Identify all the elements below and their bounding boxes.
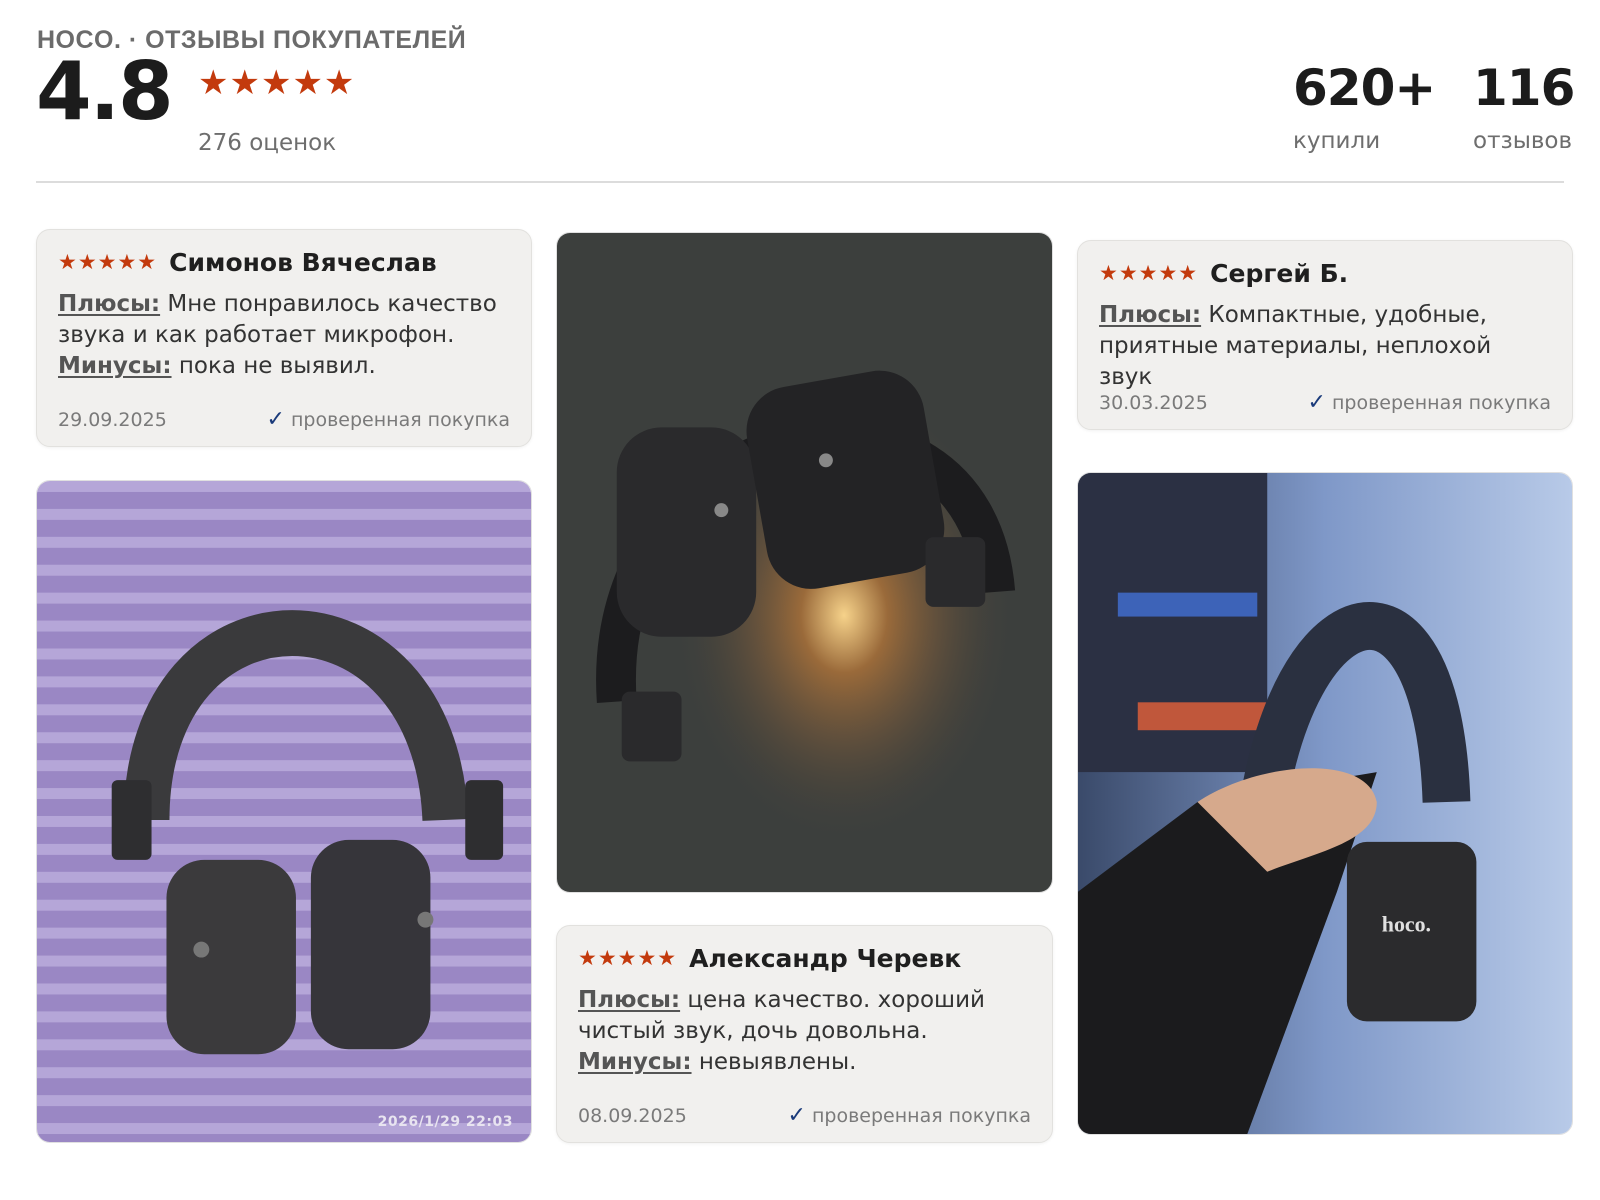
average-rating: 4.8 — [36, 45, 174, 138]
headphones-photo-image — [557, 233, 1052, 892]
review-text: Плюсы: Компактные, удобные, приятные мат… — [1099, 300, 1551, 393]
verified-label: проверенная покупка — [811, 1104, 1031, 1127]
verified-label: проверенная покупка — [1331, 391, 1551, 414]
review-card-sergey[interactable]: ★★★★★ Сергей Б. Плюсы: Компактные, удобн… — [1077, 240, 1573, 430]
stat-bought: 620+ купили — [1293, 59, 1436, 154]
star-icon: ★★★★★ — [198, 63, 356, 103]
header-divider — [36, 181, 1564, 183]
pros-label: Плюсы: — [58, 291, 161, 317]
cons-text: невыявлены. — [698, 1049, 857, 1075]
stat-bought-label: купили — [1293, 127, 1381, 154]
pros-label: Плюсы: — [578, 987, 681, 1013]
review-card-simonov[interactable]: ★★★★★ Симонов Вячеслав Плюсы: Мне понрав… — [36, 229, 532, 447]
checkmark-icon: ✓ — [266, 407, 285, 432]
verified-badge: ✓ проверенная покупка — [788, 1103, 1031, 1128]
review-author: Сергей Б. — [1210, 259, 1349, 288]
verified-badge: ✓ проверенная покупка — [1308, 390, 1551, 415]
star-icon: ★★★★★ — [1099, 261, 1199, 285]
star-icon: ★★★★★ — [58, 250, 158, 274]
review-photo-hand[interactable]: hoco. — [1077, 472, 1573, 1135]
review-author: Александр Черевк — [689, 944, 962, 973]
review-photo-mousepad[interactable] — [556, 232, 1053, 893]
headphones-photo-image: hoco. — [1078, 473, 1572, 1134]
stat-reviews-value: 116 — [1473, 59, 1575, 117]
headphones-photo-image — [37, 481, 531, 1142]
stat-reviews-label: отзывов — [1473, 127, 1573, 154]
review-date: 29.09.2025 — [58, 408, 167, 431]
verified-badge: ✓ проверенная покупка — [267, 407, 510, 432]
rating-stars: ★★★★★ — [198, 66, 355, 100]
review-text: Плюсы: Мне понравилось качество звука и … — [58, 289, 510, 382]
cons-label: Минусы: — [58, 353, 172, 379]
review-author: Симонов Вячеслав — [169, 248, 437, 277]
review-date: 30.03.2025 — [1099, 391, 1208, 414]
review-card-alexandr[interactable]: ★★★★★ Александр Черевк Плюсы: цена качес… — [556, 925, 1053, 1143]
verified-label: проверенная покупка — [290, 408, 510, 431]
checkmark-icon: ✓ — [787, 1103, 806, 1128]
rating-count: 276 оценок — [198, 130, 337, 156]
stat-bought-value: 620+ — [1293, 59, 1436, 117]
stat-reviews: 116 отзывов — [1473, 59, 1575, 154]
cons-label: Минусы: — [578, 1049, 692, 1075]
checkmark-icon: ✓ — [1307, 390, 1326, 415]
review-photo-purple[interactable]: 2026/1/29 22:03 — [36, 480, 532, 1143]
brand-logo: hoco. — [1382, 912, 1431, 937]
photo-timestamp: 2026/1/29 22:03 — [377, 1114, 513, 1130]
cons-text: пока не выявил. — [178, 353, 376, 379]
review-date: 08.09.2025 — [578, 1104, 687, 1127]
review-text: Плюсы: цена качество. хороший чистый зву… — [578, 985, 1031, 1078]
pros-label: Плюсы: — [1099, 302, 1202, 328]
star-icon: ★★★★★ — [578, 946, 678, 970]
